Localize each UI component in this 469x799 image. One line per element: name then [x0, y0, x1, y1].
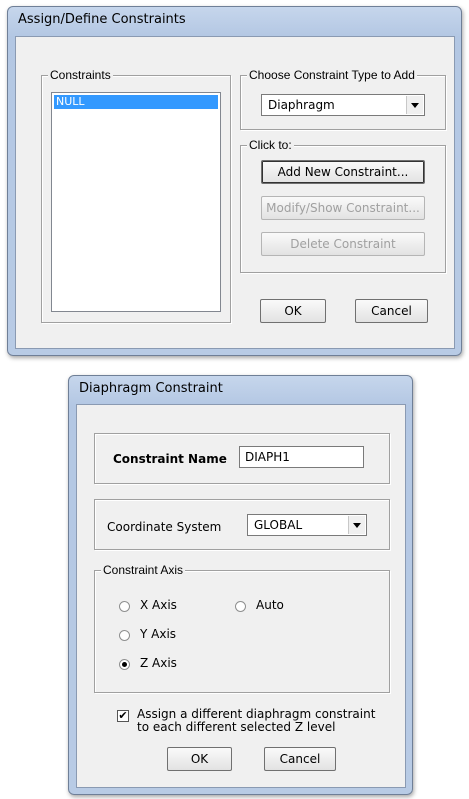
- constraints-listbox[interactable]: NULL: [51, 92, 221, 312]
- assign-diaphragm-checkbox[interactable]: ✔: [117, 710, 129, 722]
- constraint-type-value: Diaphragm: [268, 98, 335, 112]
- constraint-name-group: Constraint Name DIAPH1: [94, 433, 390, 484]
- constraint-axis-label: Constraint Axis: [101, 563, 186, 577]
- cancel-button[interactable]: Cancel: [264, 747, 336, 771]
- coordinate-system-group: Coordinate System GLOBAL: [94, 499, 390, 550]
- auto-radio[interactable]: [235, 601, 246, 612]
- coordinate-system-value: GLOBAL: [254, 518, 303, 532]
- dialog-title: Assign/Define Constraints: [18, 12, 186, 27]
- ok-button[interactable]: OK: [260, 299, 326, 323]
- constraints-group: Constraints NULL: [41, 68, 231, 323]
- delete-constraint-button[interactable]: Delete Constraint: [261, 232, 425, 256]
- choose-type-label: Choose Constraint Type to Add: [247, 68, 417, 82]
- dialog-title: Diaphragm Constraint: [79, 381, 223, 396]
- auto-label: Auto: [256, 598, 284, 612]
- assign-constraints-dialog: Assign/Define Constraints Constraints NU…: [7, 6, 462, 356]
- z-axis-radio[interactable]: [119, 659, 130, 670]
- chevron-down-icon[interactable]: [406, 96, 423, 114]
- choose-type-group: Choose Constraint Type to Add Diaphragm: [240, 68, 446, 130]
- dialog-client-area: Constraints NULL Choose Constraint Type …: [15, 36, 455, 349]
- constraint-type-dropdown[interactable]: Diaphragm: [261, 94, 425, 116]
- constraint-name-input[interactable]: DIAPH1: [239, 446, 364, 468]
- diaphragm-constraint-dialog: Diaphragm Constraint Constraint Name DIA…: [68, 375, 413, 795]
- list-item-null[interactable]: NULL: [54, 95, 218, 109]
- constraint-name-label: Constraint Name: [113, 452, 227, 466]
- dialog-client-area: Constraint Name DIAPH1 Coordinate System…: [76, 404, 406, 788]
- ok-button[interactable]: OK: [167, 747, 232, 771]
- cancel-button[interactable]: Cancel: [355, 299, 428, 323]
- y-axis-label: Y Axis: [140, 627, 177, 641]
- assign-diaphragm-label-line2: to each different selected Z level: [137, 720, 336, 734]
- coordinate-system-dropdown[interactable]: GLOBAL: [247, 514, 367, 536]
- x-axis-label: X Axis: [140, 598, 177, 612]
- x-axis-radio[interactable]: [119, 601, 130, 612]
- click-to-group: Click to: Add New Constraint... Modify/S…: [240, 138, 446, 273]
- constraint-axis-group: Constraint Axis X Axis Auto Y Axis Z Axi…: [94, 563, 390, 693]
- add-new-constraint-button[interactable]: Add New Constraint...: [261, 160, 425, 184]
- coordinate-system-label: Coordinate System: [107, 520, 222, 534]
- constraints-group-label: Constraints: [48, 68, 113, 82]
- z-axis-label: Z Axis: [140, 656, 177, 670]
- chevron-down-icon[interactable]: [348, 516, 365, 534]
- assign-diaphragm-label-line1: Assign a different diaphragm constraint: [137, 707, 376, 721]
- modify-show-constraint-button[interactable]: Modify/Show Constraint...: [261, 196, 425, 220]
- click-to-label: Click to:: [247, 138, 294, 152]
- y-axis-radio[interactable]: [119, 630, 130, 641]
